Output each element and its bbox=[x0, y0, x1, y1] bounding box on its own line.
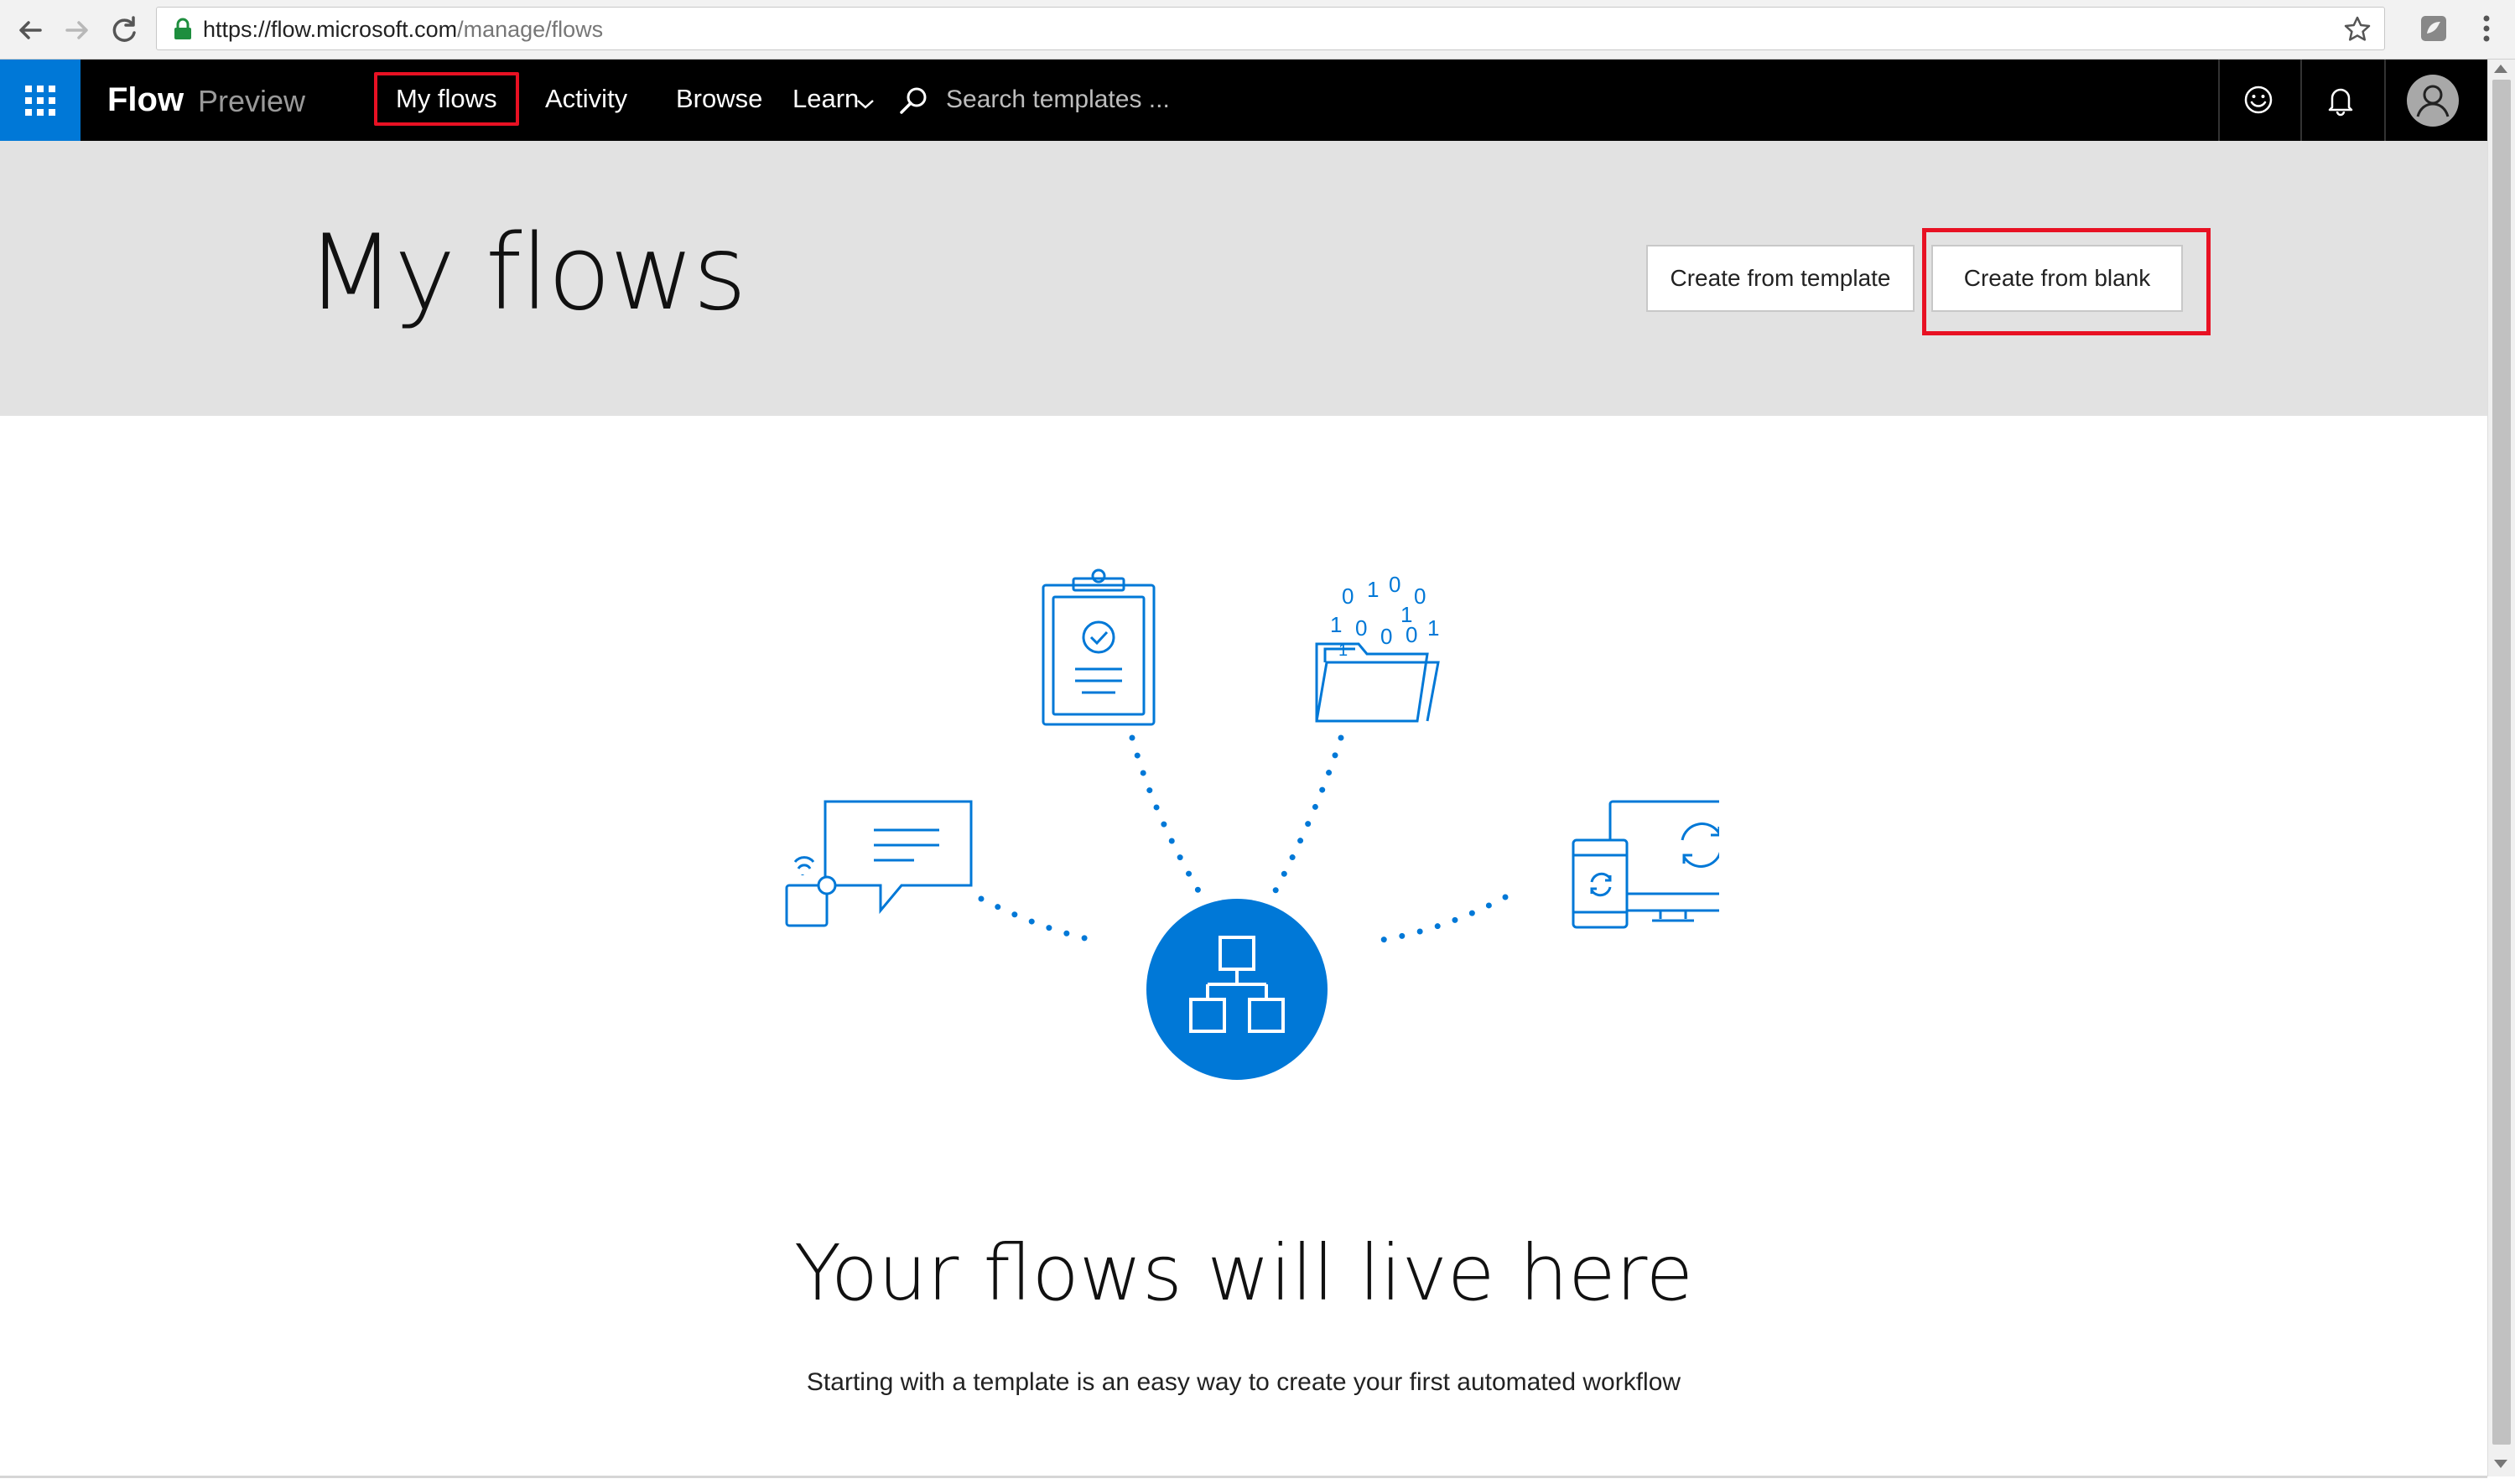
app-launcher-icon bbox=[25, 86, 55, 116]
avatar[interactable] bbox=[2407, 75, 2459, 127]
search-icon[interactable] bbox=[897, 85, 929, 117]
app-header: Flow Preview My flows Activity Browse Le… bbox=[0, 60, 2487, 141]
search-templates-input[interactable] bbox=[944, 78, 1350, 122]
nav-my-flows[interactable]: My flows bbox=[374, 72, 519, 126]
star-icon[interactable] bbox=[2342, 14, 2372, 44]
devices-sync-icon bbox=[1572, 800, 1719, 929]
smiley-icon[interactable] bbox=[2240, 81, 2277, 118]
create-from-blank-button[interactable]: Create from blank bbox=[1931, 245, 2183, 312]
scrollbar-thumb[interactable] bbox=[2492, 80, 2511, 1445]
url-text: https://flow.microsoft.com/manage/flows bbox=[203, 17, 603, 43]
folder-icon: 1 bbox=[1315, 641, 1440, 723]
chat-bubble-icon bbox=[785, 800, 973, 927]
chevron-down-icon[interactable] bbox=[856, 98, 875, 110]
app-launcher-button[interactable] bbox=[0, 60, 81, 141]
nav-browse[interactable]: Browse bbox=[676, 84, 762, 114]
avatar-icon bbox=[2416, 85, 2450, 117]
empty-state-subtitle: Starting with a template is an easy way … bbox=[806, 1368, 1681, 1396]
header-divider bbox=[2218, 60, 2220, 141]
binary-digit: 0 bbox=[1414, 584, 1426, 609]
binary-digit: 0 bbox=[1355, 615, 1367, 641]
page-header-band: My flows Create from template Create fro… bbox=[0, 141, 2487, 416]
page-title: My flows bbox=[306, 213, 747, 334]
lock-icon bbox=[174, 18, 191, 39]
binary-digit: 1 bbox=[1427, 615, 1439, 641]
binary-digit: 1 bbox=[1400, 602, 1412, 627]
binary-digits: 0 1 0 0 1 0 0 0 1 1 bbox=[1330, 572, 1439, 649]
back-arrow-icon[interactable] bbox=[12, 12, 49, 49]
vertical-scrollbar[interactable] bbox=[2487, 60, 2515, 1476]
browser-toolbar: https://flow.microsoft.com/manage/flows bbox=[0, 0, 2515, 60]
binary-digit: 0 bbox=[1389, 572, 1400, 597]
bell-icon[interactable] bbox=[2322, 81, 2359, 118]
address-bar[interactable]: https://flow.microsoft.com/manage/flows bbox=[156, 7, 2385, 50]
nav-activity[interactable]: Activity bbox=[545, 84, 627, 114]
nav-learn[interactable]: Learn bbox=[792, 84, 859, 114]
svg-text:1: 1 bbox=[1338, 641, 1348, 660]
header-divider bbox=[2384, 60, 2386, 141]
scroll-down-arrow-icon[interactable] bbox=[2494, 1460, 2507, 1468]
url-path: /manage/flows bbox=[457, 17, 604, 42]
more-options-icon[interactable] bbox=[2474, 12, 2499, 45]
brand-preview-label: Preview bbox=[198, 84, 306, 118]
page-bottom-border bbox=[0, 1476, 2487, 1478]
empty-state-illustration: 1 0 1 0 0 1 0 0 0 1 1 bbox=[785, 568, 1719, 1080]
binary-digit: 1 bbox=[1367, 577, 1379, 602]
binary-digit: 0 bbox=[1380, 624, 1392, 649]
reload-icon[interactable] bbox=[106, 12, 143, 49]
binary-digit: 0 bbox=[1342, 584, 1354, 609]
flow-hub-icon bbox=[1146, 899, 1328, 1080]
forward-arrow-icon[interactable] bbox=[59, 12, 96, 49]
header-divider bbox=[2300, 60, 2302, 141]
brand-name[interactable]: Flow bbox=[107, 81, 184, 119]
create-from-template-button[interactable]: Create from template bbox=[1646, 245, 1915, 312]
extension-icon[interactable] bbox=[2419, 13, 2449, 44]
empty-state-title: Your flows will live here bbox=[793, 1228, 1694, 1318]
url-host: https://flow.microsoft.com bbox=[203, 17, 458, 42]
binary-digit: 1 bbox=[1330, 612, 1342, 637]
scroll-up-arrow-icon[interactable] bbox=[2494, 65, 2507, 73]
clipboard-icon bbox=[1042, 568, 1156, 726]
